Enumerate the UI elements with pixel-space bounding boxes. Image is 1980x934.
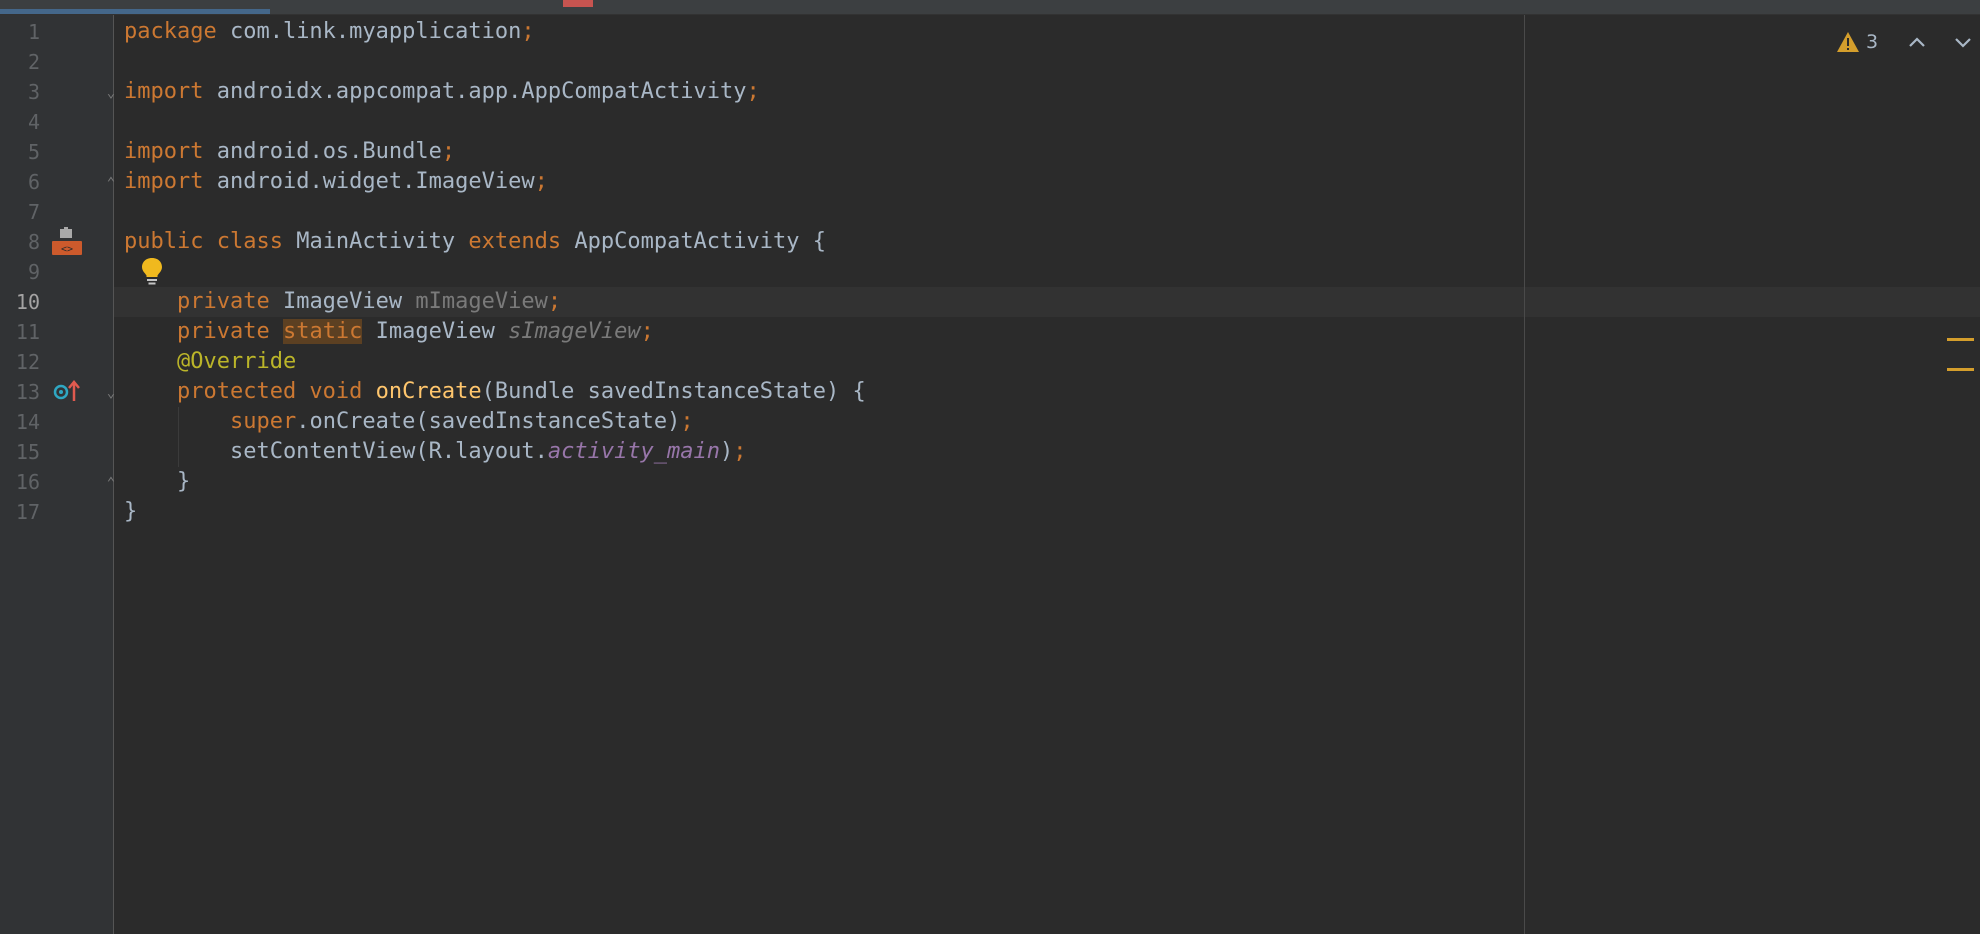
code-token[interactable]: ; [442,139,455,164]
code-token[interactable]: ; [535,169,548,194]
code-token[interactable] [362,379,375,404]
line-number[interactable]: 9 [0,257,40,287]
code-line[interactable]: private ImageView mImageView; [124,287,561,317]
code-token[interactable]: AppCompatActivity { [561,229,826,254]
warning-stripe-mark[interactable] [1947,368,1974,371]
code-line[interactable]: import androidx.appcompat.app.AppCompatA… [124,77,760,107]
fold-end-icon[interactable]: ⌃ [104,175,118,191]
warning-count[interactable]: 3 [1866,31,1878,53]
code-token[interactable]: activity_main [548,439,720,464]
code-token[interactable]: import [124,169,203,194]
code-token[interactable]: ; [521,19,534,44]
code-line[interactable]: super.onCreate(savedInstanceState); [124,407,694,437]
code-token[interactable]: ; [641,319,654,344]
code-token[interactable]: (Bundle savedInstanceState) { [482,379,866,404]
code-token[interactable]: ; [548,289,561,314]
code-token[interactable] [124,349,177,374]
warning-stripe-mark[interactable] [1947,338,1974,341]
tab-file-icon[interactable] [563,0,593,7]
indent-guide [178,407,179,467]
chevron-up-icon[interactable] [1906,31,1928,53]
fold-start-icon[interactable]: ⌄ [104,385,118,401]
code-token[interactable]: onCreate [376,379,482,404]
code-token[interactable]: ImageView [270,289,416,314]
code-token[interactable]: extends [468,229,561,254]
code-token[interactable]: super [230,409,296,434]
code-line[interactable]: public class MainActivity extends AppCom… [124,227,826,257]
line-number[interactable]: 10 [0,287,40,317]
code-token[interactable]: androidx.appcompat.app.AppCompatActivity [203,79,747,104]
code-line[interactable]: protected void onCreate(Bundle savedInst… [124,377,866,407]
code-token[interactable]: import [124,139,203,164]
line-number[interactable]: 16 [0,467,40,497]
line-number[interactable]: 1 [0,17,40,47]
code-token[interactable]: package [124,19,217,44]
code-token[interactable]: static [282,319,363,344]
warning-triangle-icon[interactable] [1836,31,1860,53]
code-token[interactable]: sImageView [508,319,640,344]
code-token[interactable]: public class [124,229,283,254]
code-line[interactable]: setContentView(R.layout.activity_main); [124,437,747,467]
code-token[interactable]: mImageView [415,289,547,314]
line-number[interactable]: 14 [0,407,40,437]
code-line[interactable]: } [124,467,190,497]
line-number[interactable]: 8 [0,227,40,257]
overrides-method-icon[interactable] [52,377,82,407]
fold-end-icon[interactable]: ⌃ [104,475,118,491]
right-margin-guide [1524,15,1525,934]
code-line[interactable]: package com.link.myapplication; [124,17,535,47]
code-token[interactable] [124,409,230,434]
code-token[interactable]: import [124,79,203,104]
code-token[interactable]: android.widget.ImageView [203,169,535,194]
code-token[interactable]: ; [747,79,760,104]
code-token[interactable]: } [124,499,137,524]
code-token[interactable]: ; [733,439,746,464]
active-tab-underline [0,9,270,14]
code-token[interactable]: ImageView [362,319,508,344]
code-token[interactable]: com.link.myapplication [217,19,521,44]
line-number[interactable]: 11 [0,317,40,347]
line-number[interactable]: 12 [0,347,40,377]
lightbulb-icon[interactable] [140,256,164,286]
code-token[interactable]: } [124,469,190,494]
code-token[interactable]: ; [680,409,693,434]
editor-tab-bar [0,0,1980,15]
code-token[interactable]: private [177,289,270,314]
code-line[interactable]: private static ImageView sImageView; [124,317,654,347]
code-line[interactable]: import android.os.Bundle; [124,137,455,167]
code-token[interactable]: @Override [177,349,296,374]
code-token[interactable]: MainActivity [283,229,468,254]
fold-start-icon[interactable]: ⌄ [104,85,118,101]
line-number[interactable]: 15 [0,437,40,467]
line-number[interactable]: 13 [0,377,40,407]
code-token[interactable]: ) [720,439,733,464]
code-line[interactable]: import android.widget.ImageView; [124,167,548,197]
svg-text:<>: <> [61,244,73,255]
line-number[interactable]: 4 [0,107,40,137]
layout-file-icon[interactable]: <> [52,227,84,257]
code-line[interactable]: @Override [124,347,296,377]
line-number[interactable]: 17 [0,497,40,527]
code-token[interactable] [270,319,283,344]
line-number[interactable]: 5 [0,137,40,167]
code-token[interactable]: protected void [177,379,362,404]
code-token[interactable] [124,289,177,314]
chevron-down-icon[interactable] [1952,31,1974,53]
code-token[interactable]: private [177,319,270,344]
inspection-widget[interactable]: 3 [1836,28,1974,56]
code-line[interactable]: } [124,497,137,527]
line-number[interactable]: 7 [0,197,40,227]
code-token[interactable]: setContentView(R.layout. [124,439,548,464]
code-token[interactable]: .onCreate(savedInstanceState) [296,409,680,434]
line-number[interactable]: 2 [0,47,40,77]
code-token[interactable]: android.os.Bundle [203,139,442,164]
code-token[interactable] [124,319,177,344]
line-number[interactable]: 3 [0,77,40,107]
line-number[interactable]: 6 [0,167,40,197]
code-token[interactable] [124,379,177,404]
